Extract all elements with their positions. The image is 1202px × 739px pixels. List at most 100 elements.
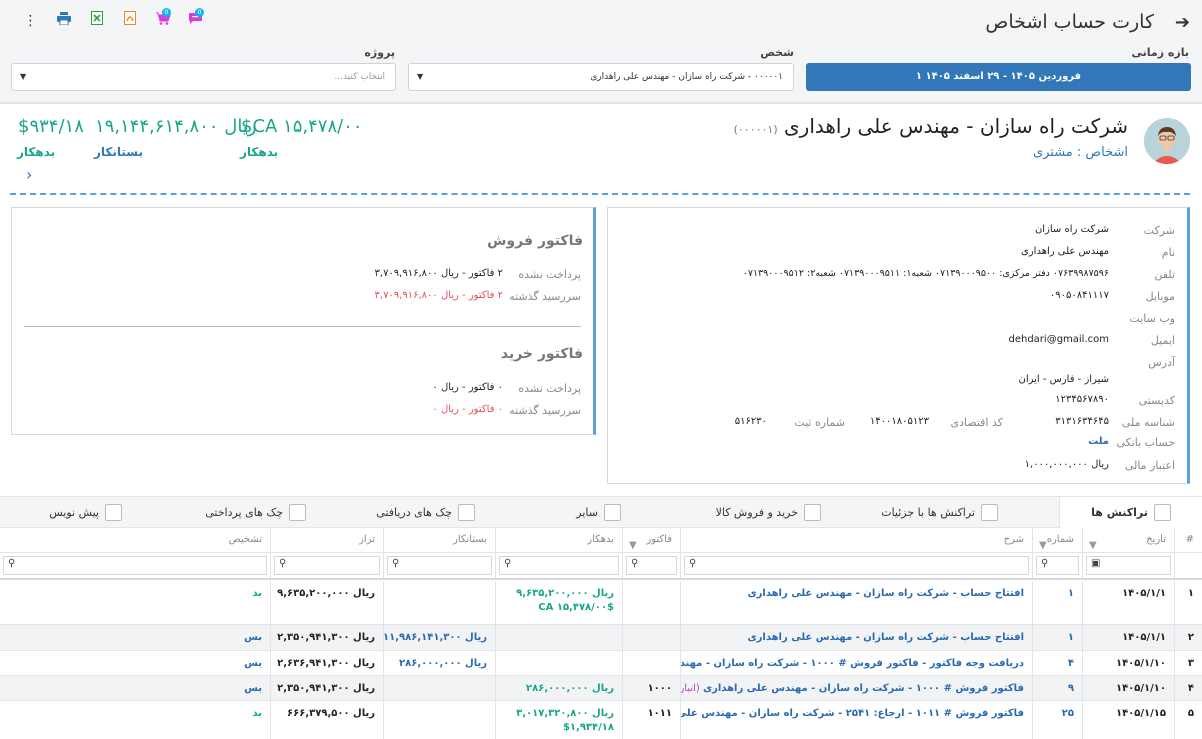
search-icon: ⚲ (504, 558, 512, 569)
table-row[interactable]: ۴ ۱۴۰۵/۱/۱۰ ۹ فاکتور فروش # ۱۰۰۰ - شرکت راه… (0, 676, 1202, 701)
excel-export-icon[interactable] (80, 10, 113, 32)
info-email: dehdari@gmail.com (1008, 334, 1109, 345)
row-number[interactable]: ۱ (1068, 632, 1074, 643)
col-header: تراز (270, 528, 383, 552)
row-date: ۱۴۰۵/۱/۱ (1122, 632, 1166, 643)
description-filter-input[interactable] (684, 556, 1029, 575)
person-name-text: شرکت راه سازان - مهندس علی راهداری (784, 114, 1128, 138)
filter-icon[interactable]: ▼ (1039, 534, 1047, 552)
print-icon[interactable] (47, 10, 80, 32)
info-name: مهندس علی راهداری (1021, 246, 1109, 257)
tab-goods-trade[interactable]: خرید و فروش کالا (716, 497, 821, 528)
person-select[interactable]: ۰۰۰۰۰۱ - شرکت راه سازان - مهندس علی راهد… (408, 63, 794, 91)
row-invoice-cell: ۱۰۱۱ (622, 701, 680, 739)
credit-filter-input[interactable] (387, 556, 492, 575)
col-header: بستانکار (383, 528, 495, 552)
checkbox[interactable] (981, 504, 998, 521)
table-row[interactable]: ۵ ۱۴۰۵/۱/۱۵ ۲۵ فاکتور فروش # ۱۰۱۱ - ارجاع: … (0, 701, 1202, 739)
search-icon: ⚲ (392, 558, 400, 569)
table-row[interactable]: ۳ ۱۴۰۵/۱/۱۰ ۴ دریافت وجه فاکتور - فاکتور فر… (0, 651, 1202, 676)
row-balance-cell: ریال ۲,۳۵۰,۹۴۱,۳۰۰ (270, 676, 383, 700)
cart-icon[interactable]: 0 (146, 8, 179, 32)
row-debit-cell: ریال ۹,۶۳۵,۲۰۰,۰۰۰ $CA ۱۵,۴۷۸/۰۰ (495, 581, 622, 624)
invoice-summary-card: فاکتور فروش پرداخت نشده ۲ فاکتور - ریال ۳… (11, 207, 596, 435)
person-type[interactable]: اشخاص : مشتری (1033, 145, 1128, 160)
row-debit: ریال ۳,۰۱۷,۳۲۰,۸۰۰ (516, 708, 614, 719)
filter-icon[interactable]: ▼ (1089, 534, 1097, 552)
tab-transactions-detail[interactable]: تراکنش ها با جزئیات (881, 497, 998, 528)
checkbox[interactable] (804, 504, 821, 521)
purchase-overdue[interactable]: ۰ فاکتور - ریال ۰ (432, 404, 503, 415)
checkbox[interactable] (105, 504, 122, 521)
row-description-cell: فاکتور فروش # ۱۰۰۰ - شرکت راه سازان - مه… (680, 676, 1032, 700)
invoice-key: پرداخت نشده (518, 268, 581, 281)
tab-received-cheques[interactable]: چک های دریافتی (376, 497, 475, 528)
row-number[interactable]: ۱ (1068, 588, 1074, 599)
status-filter-input[interactable] (3, 556, 267, 575)
person-code: (۰۰۰۰۰۱) (733, 123, 778, 136)
balance-usd: $۹۳۴/۱۸ (18, 116, 84, 137)
col-header[interactable]: تاریخ ▼ (1082, 528, 1174, 552)
table-row[interactable]: ۱ ۱۴۰۵/۱/۱ ۱ افتتاح حساب - شرکت راه سازان -… (0, 581, 1202, 625)
row-number[interactable]: ۲۵ (1062, 708, 1074, 719)
row-status: بس (244, 658, 262, 669)
project-select[interactable]: انتخاب کنید... ▼ (11, 63, 396, 91)
row-balance-cell: ریال ۲,۳۵۰,۹۴۱,۳۰۰ (270, 625, 383, 650)
info-address: شیراز - فارس - ایران (1018, 374, 1109, 385)
tab-drafts[interactable]: پیش نویس (49, 497, 122, 528)
chat-icon[interactable]: 0 (179, 8, 212, 32)
balance-rial-label: بستانکار (94, 145, 144, 159)
row-number[interactable]: ۴ (1068, 658, 1074, 669)
filter-cell: ⚲ (622, 553, 680, 578)
info-bank[interactable]: ملت (1088, 436, 1109, 447)
checkbox[interactable] (604, 504, 621, 521)
row-index: ۵ (1187, 708, 1194, 719)
row-debit-cell (495, 651, 622, 675)
info-key: حساب بانکی (1116, 436, 1175, 449)
purchase-unpaid[interactable]: ۰ فاکتور - ریال ۰ (432, 382, 503, 393)
back-arrow-icon[interactable]: ➔ (1175, 12, 1190, 33)
row-description[interactable]: افتتاح حساب - شرکت راه سازان - مهندس علی… (748, 632, 1025, 643)
checkbox[interactable] (458, 504, 475, 521)
sales-unpaid[interactable]: ۲ فاکتور - ریال ۳,۷۰۹,۹۱۶,۸۰۰ (375, 268, 503, 279)
row-status-cell: بد (0, 701, 270, 739)
more-menu-icon[interactable]: ⋮ (14, 10, 47, 32)
period-button[interactable]: ۱ فروردین ۱۴۰۵ - ۲۹ اسفند ۱۴۰۵ (806, 63, 1191, 91)
row-number-cell: ۱ (1032, 581, 1082, 624)
checkbox[interactable] (1153, 504, 1171, 521)
row-status: بد (252, 588, 262, 599)
info-key: آدرس (1148, 356, 1175, 369)
info-key: وب سایت (1129, 312, 1175, 325)
sales-overdue[interactable]: ۲ فاکتور - ریال ۳,۷۰۹,۹۱۶,۸۰۰ (375, 290, 503, 301)
chevron-right-icon[interactable]: › (26, 165, 32, 184)
filter-icon[interactable]: ▼ (629, 534, 637, 552)
info-company: شرکت راه سازان (1034, 224, 1109, 235)
project-select-placeholder: انتخاب کنید... (334, 72, 385, 82)
col-header: # (1174, 528, 1202, 552)
row-description[interactable]: دریافت وجه فاکتور - فاکتور فروش # ۱۰۰۰ -… (681, 658, 1024, 669)
debit-filter-input[interactable] (499, 556, 619, 575)
row-number[interactable]: ۹ (1068, 683, 1074, 694)
row-description-cell: فاکتور فروش # ۱۰۱۱ - ارجاع: ۲۵۴۱ - شرکت … (680, 701, 1032, 739)
table-row[interactable]: ۲ ۱۴۰۵/۱/۱ ۱ افتتاح حساب - شرکت راه سازان -… (0, 625, 1202, 651)
tab-paid-cheques[interactable]: چک های پرداختی (205, 497, 306, 528)
calendar-icon[interactable]: ▣ (1091, 558, 1100, 569)
row-credit: ریال ۱۱,۹۸۶,۱۴۱,۳۰۰ (383, 632, 487, 643)
row-description[interactable]: فاکتور فروش # ۱۰۰۰ - شرکت راه سازان - مه… (703, 683, 1024, 694)
pdf-export-icon[interactable] (113, 10, 146, 32)
tab-transactions[interactable]: تراکنش ها (1059, 497, 1202, 528)
row-description[interactable]: فاکتور فروش # ۱۰۱۱ - ارجاع: ۲۵۴۱ - شرکت … (681, 708, 1024, 719)
balance-filter-input[interactable] (274, 556, 380, 575)
tab-other[interactable]: سایر (576, 497, 621, 528)
col-header[interactable]: شماره ▼ (1032, 528, 1082, 552)
filter-cell (1174, 553, 1202, 578)
checkbox[interactable] (289, 504, 306, 521)
row-description[interactable]: افتتاح حساب - شرکت راه سازان - مهندس علی… (748, 588, 1025, 599)
row-date-cell: ۱۴۰۵/۱/۱۰ (1082, 651, 1174, 675)
info-mobile: ۰۹۰۵۰۸۴۱۱۱۷ (1049, 290, 1109, 301)
row-status-cell: بس (0, 625, 270, 650)
col-header[interactable]: فاکتور ▼ (622, 528, 680, 552)
row-index-cell: ۳ (1174, 651, 1202, 675)
cart-badge: 0 (162, 8, 171, 17)
row-description-cell: افتتاح حساب - شرکت راه سازان - مهندس علی… (680, 581, 1032, 624)
